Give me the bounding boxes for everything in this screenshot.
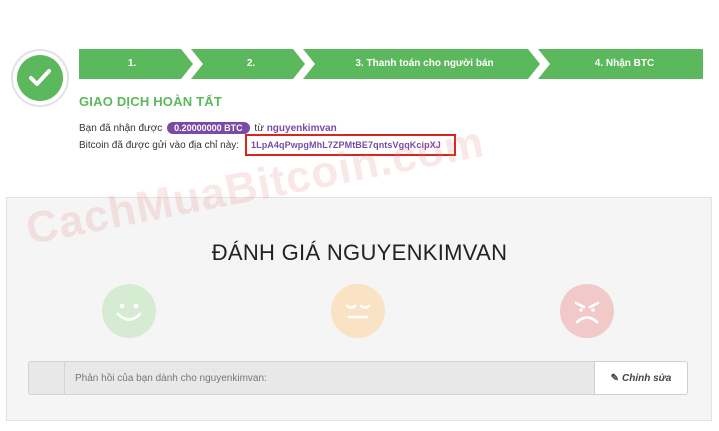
rating-positive-button[interactable] bbox=[102, 284, 156, 338]
feedback-row: ✎Chỉnh sửa bbox=[28, 361, 688, 395]
address-line: Bitcoin đã được gửi vào địa chỉ này: bbox=[79, 140, 239, 151]
seller-link[interactable]: nguyenkimvan bbox=[267, 123, 337, 134]
smile-face-icon bbox=[116, 303, 142, 321]
received-prefix: Bạn đã nhận được bbox=[79, 123, 163, 134]
rating-negative-button[interactable] bbox=[560, 284, 614, 338]
rating-neutral-button[interactable] bbox=[331, 284, 385, 338]
neutral-face-icon bbox=[345, 304, 371, 319]
angry-face-icon bbox=[574, 301, 600, 324]
received-line: Bạn đã nhận được 0.20000000 BTC từ nguye… bbox=[79, 122, 337, 134]
edit-button[interactable]: ✎ Chỉnh sửa bbox=[594, 361, 688, 395]
feedback-input[interactable] bbox=[64, 361, 621, 395]
feedback-addon bbox=[28, 361, 64, 395]
address-prefix: Bitcoin đã được gửi vào địa chỉ này: bbox=[79, 140, 240, 151]
amount-badge: 0.20000000 BTC bbox=[167, 122, 250, 134]
checkmark-icon bbox=[29, 69, 51, 86]
step-1: 1. bbox=[79, 49, 193, 79]
pencil-icon: ✎ bbox=[610, 372, 619, 384]
review-title: ĐÁNH GIÁ NGUYENKIMVAN bbox=[211, 240, 508, 265]
progress-steps: 1. 2. 3. Thanh toán cho người bán 4. Nhậ… bbox=[79, 49, 703, 79]
edit-label: Chỉnh sửa bbox=[622, 372, 672, 384]
completed-check-badge bbox=[11, 49, 69, 107]
step-4-receive-btc: 4. Nhận BTC bbox=[538, 49, 703, 79]
from-word: từ bbox=[254, 123, 264, 134]
step-2: 2. bbox=[191, 49, 305, 79]
step-3-pay-seller: 3. Thanh toán cho người bán bbox=[303, 49, 540, 79]
transaction-complete-title: GIAO DỊCH HOÀN TẤT bbox=[79, 94, 222, 109]
